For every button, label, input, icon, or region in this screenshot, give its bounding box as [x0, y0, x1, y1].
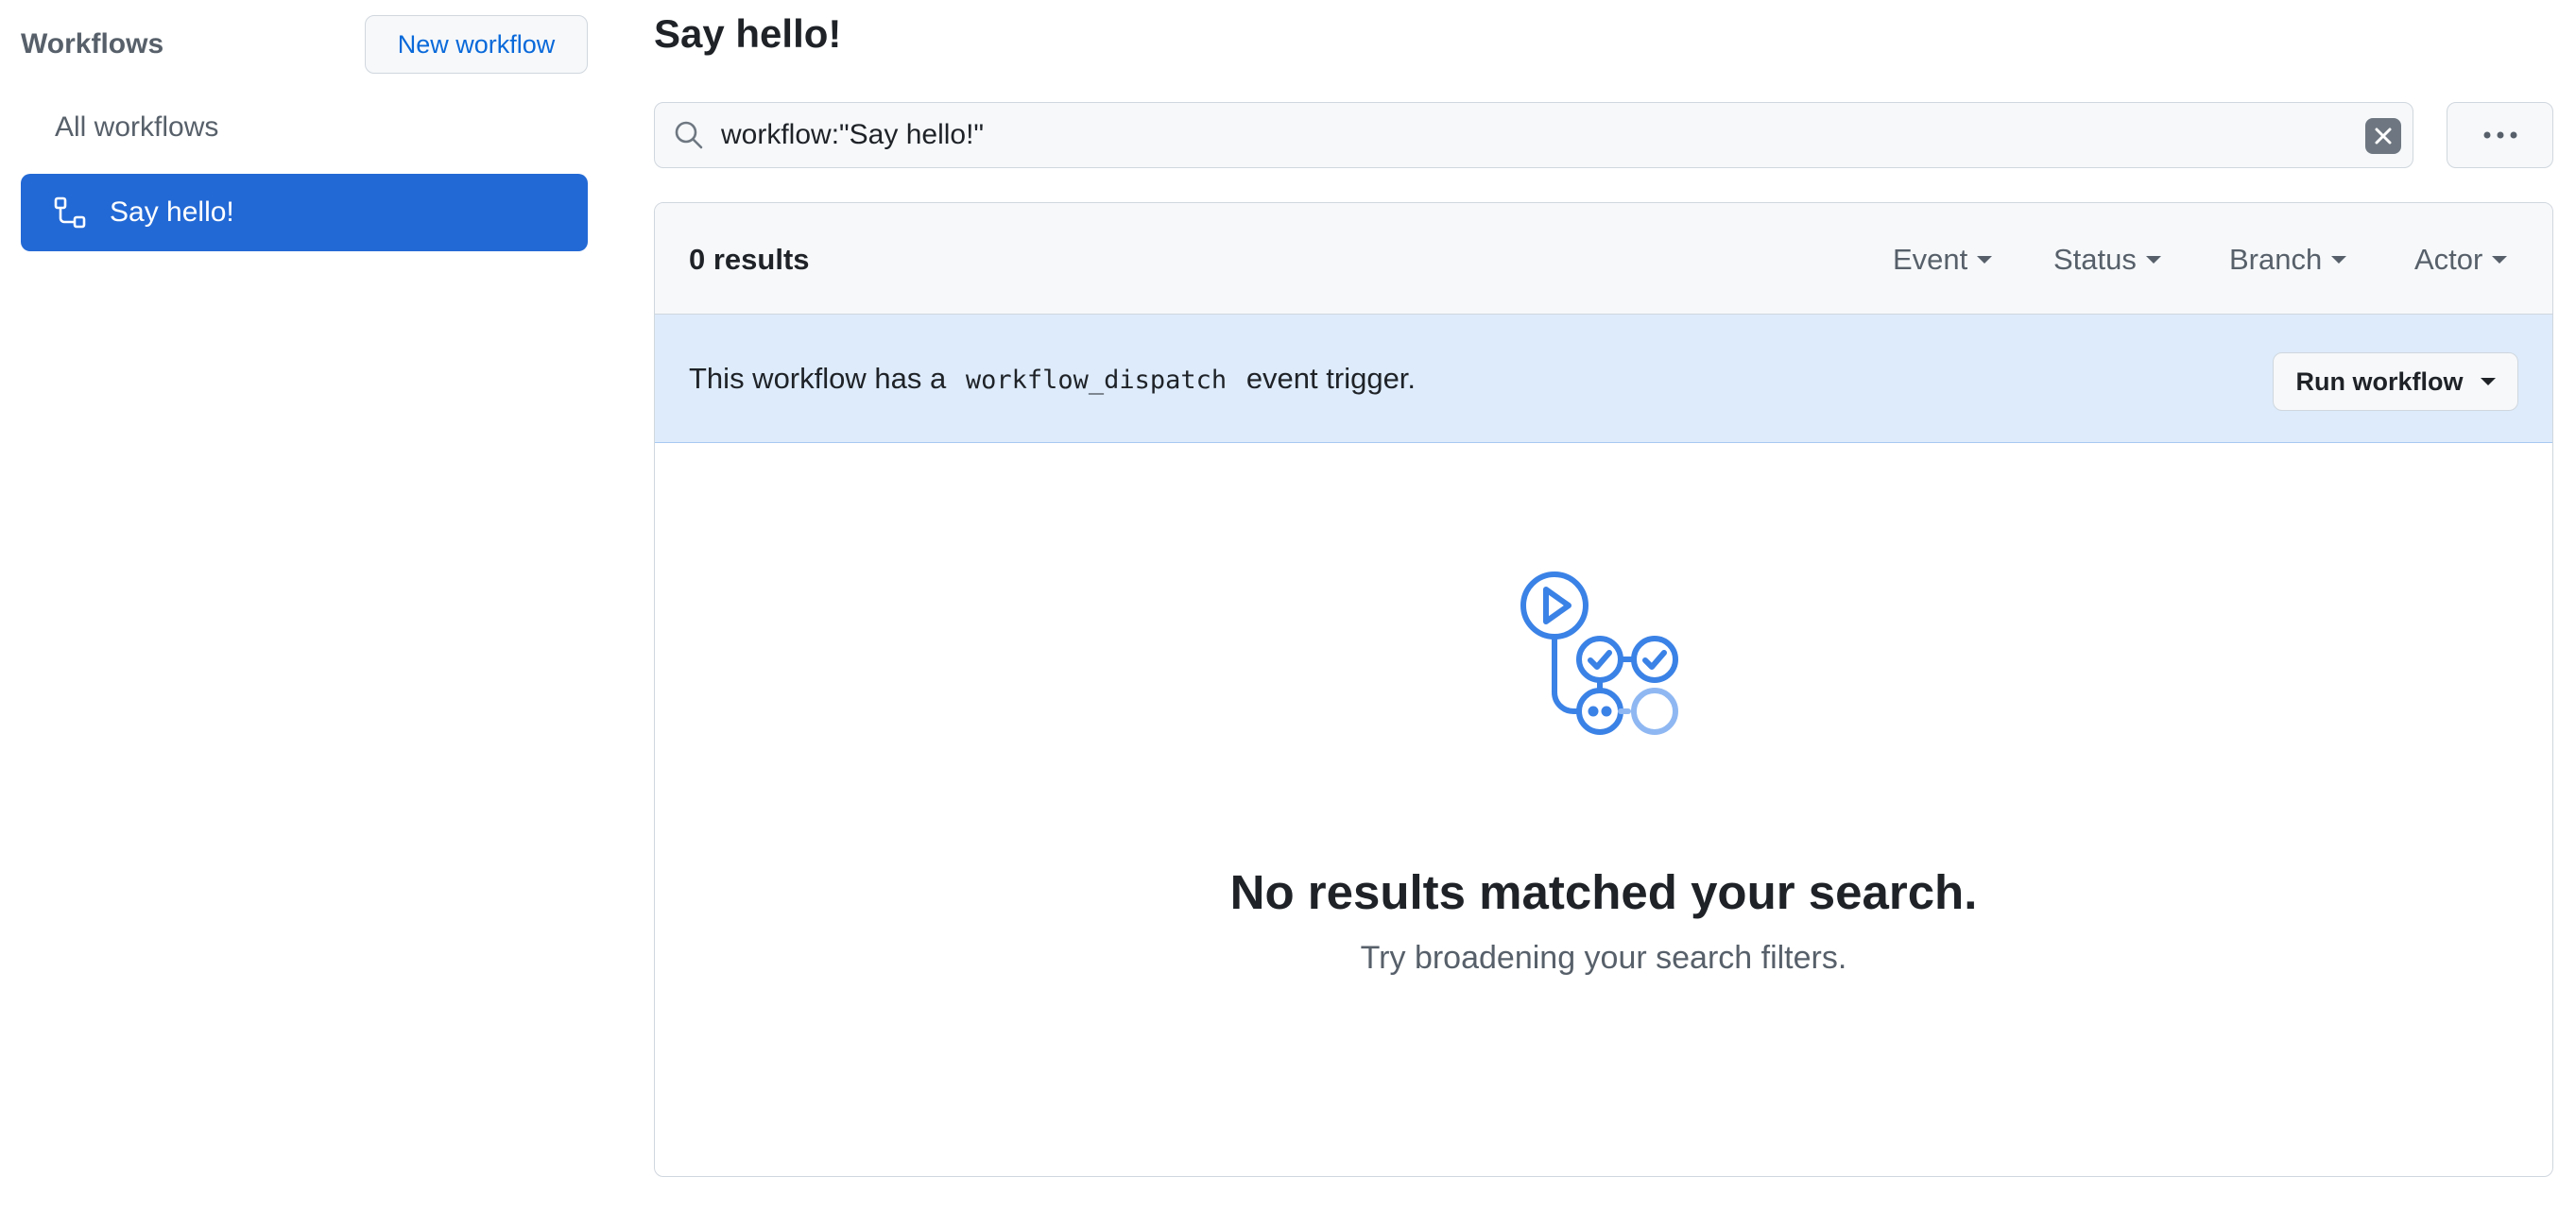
run-workflow-label: Run workflow	[2295, 367, 2464, 396]
dispatch-code: workflow_dispatch	[965, 366, 1228, 395]
page-title: Say hello!	[654, 11, 842, 56]
search-input[interactable]	[721, 103, 2327, 167]
new-workflow-button[interactable]: New workflow	[365, 15, 588, 74]
caret-down-icon	[2480, 378, 2496, 385]
filter-label: Branch	[2229, 243, 2323, 276]
dispatch-banner: This workflow has a workflow_dispatch ev…	[655, 315, 2552, 443]
filter-label: Event	[1893, 243, 1968, 276]
filter-branch[interactable]: Branch	[2229, 243, 2347, 277]
workflow-icon	[53, 196, 87, 230]
sidebar: Workflows New workflow All workflows Say…	[21, 13, 588, 251]
filter-event[interactable]: Event	[1893, 243, 1993, 277]
filter-actor[interactable]: Actor	[2414, 243, 2508, 277]
caret-down-icon	[2145, 256, 2161, 264]
sidebar-header: Workflows New workflow	[21, 13, 588, 74]
run-workflow-button[interactable]: Run workflow	[2273, 352, 2518, 411]
caret-down-icon	[1977, 256, 1993, 264]
sidebar-item-label: Say hello!	[110, 196, 234, 228]
search-icon	[672, 118, 706, 152]
filter-label: Status	[2053, 243, 2137, 276]
dispatch-message: This workflow has a workflow_dispatch ev…	[689, 362, 1416, 396]
empty-state	[655, 443, 2552, 1176]
kebab-horizontal-icon	[2483, 131, 2516, 139]
workflow-graph-icon	[1517, 570, 1691, 743]
results-count: 0 results	[689, 243, 810, 276]
sidebar-item-all-workflows[interactable]: All workflows	[55, 111, 218, 144]
more-options-button[interactable]	[2447, 102, 2553, 168]
results-panel: 0 results Event Status Branch Actor This…	[654, 202, 2553, 1177]
results-header: 0 results Event Status Branch Actor	[655, 203, 2552, 315]
clear-search-icon[interactable]	[2365, 118, 2401, 154]
sidebar-item-say-hello[interactable]: Say hello!	[21, 174, 588, 251]
filter-status[interactable]: Status	[2053, 243, 2161, 277]
actions-page: Workflows New workflow All workflows Say…	[0, 0, 2576, 1211]
caret-down-icon	[2331, 256, 2347, 264]
empty-state-title: No results matched your search.	[1229, 865, 1978, 919]
dispatch-prefix: This workflow has a	[689, 362, 947, 395]
sidebar-title: Workflows	[21, 28, 164, 60]
filter-label: Actor	[2414, 243, 2483, 276]
caret-down-icon	[2492, 256, 2508, 264]
dispatch-suffix: event trigger.	[1245, 362, 1417, 395]
search-box	[654, 102, 2413, 168]
empty-state-subtitle: Try broadening your search filters.	[1360, 940, 1847, 976]
